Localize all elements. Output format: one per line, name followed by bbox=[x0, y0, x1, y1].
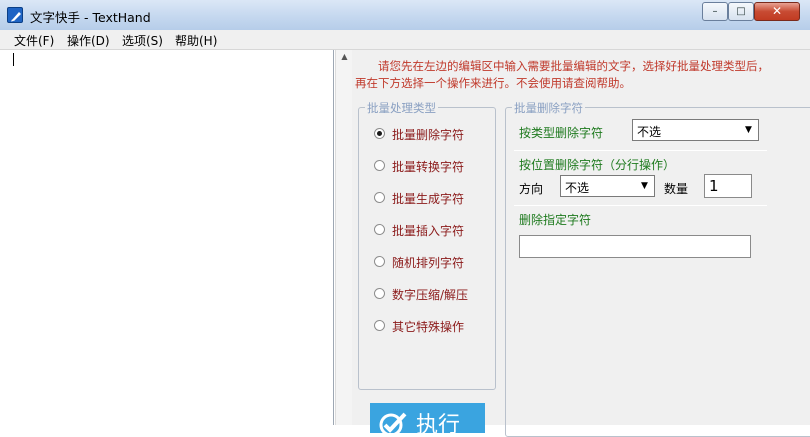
by-position-label: 按位置删除字符（分行操作） bbox=[519, 158, 676, 172]
menu-help[interactable]: 帮助(H) bbox=[175, 32, 217, 49]
delete-chars-group: 批量删除字符 按类型删除字符 不选 ▼ 按位置删除字符（分行操作） 方向 不选 … bbox=[505, 100, 810, 437]
window-title: 文字快手 - TextHand bbox=[30, 10, 151, 25]
delete-group-title: 批量删除字符 bbox=[512, 100, 585, 116]
direction-select[interactable]: 不选 ▼ bbox=[560, 175, 655, 197]
separator bbox=[514, 205, 767, 206]
radio-icon[interactable] bbox=[374, 224, 385, 235]
count-label: 数量 bbox=[664, 182, 689, 196]
text-editor[interactable] bbox=[7, 50, 334, 425]
scroll-up-icon[interactable]: ▲ bbox=[336, 52, 353, 64]
menu-options[interactable]: 选项(S) bbox=[122, 32, 163, 49]
check-icon bbox=[378, 411, 408, 433]
radio-icon[interactable] bbox=[374, 160, 385, 171]
radio-icon[interactable] bbox=[374, 128, 385, 139]
batch-type-group-title: 批量处理类型 bbox=[365, 100, 438, 116]
menu-file[interactable]: 文件(F) bbox=[14, 32, 54, 49]
chevron-down-icon[interactable]: ▼ bbox=[741, 122, 756, 138]
specific-chars-input[interactable] bbox=[519, 235, 751, 258]
operations-panel: 请您先在左边的编辑区中输入需要批量编辑的文字，选择好批量处理类型后，再在下方选择… bbox=[352, 50, 810, 437]
chevron-down-icon[interactable]: ▼ bbox=[637, 178, 652, 194]
radio-icon[interactable] bbox=[374, 320, 385, 331]
separator bbox=[514, 150, 767, 151]
execute-button[interactable]: 执行 bbox=[370, 403, 485, 433]
maximize-button[interactable]: □ bbox=[728, 2, 754, 21]
instructions-text: 请您先在左边的编辑区中输入需要批量编辑的文字，选择好批量处理类型后，再在下方选择… bbox=[355, 59, 769, 90]
minimize-button[interactable]: – bbox=[702, 2, 728, 21]
menu-operation[interactable]: 操作(D) bbox=[67, 32, 110, 49]
radio-icon[interactable] bbox=[374, 256, 385, 267]
by-type-select[interactable]: 不选 ▼ bbox=[632, 119, 759, 141]
menu-bar: 文件(F) 操作(D) 选项(S) 帮助(H) bbox=[0, 30, 810, 50]
pen-icon bbox=[7, 7, 23, 23]
specific-chars-label: 删除指定字符 bbox=[519, 213, 592, 227]
radio-icon[interactable] bbox=[374, 192, 385, 203]
by-type-label: 按类型删除字符 bbox=[519, 126, 604, 140]
editor-scrollbar[interactable]: ▲ bbox=[335, 50, 352, 425]
radio-icon[interactable] bbox=[374, 288, 385, 299]
title-bar[interactable]: 文字快手 - TextHand – □ ✕ bbox=[0, 0, 810, 30]
close-button[interactable]: ✕ bbox=[754, 2, 800, 21]
text-caret bbox=[13, 53, 14, 66]
count-input[interactable]: 1 bbox=[704, 174, 752, 198]
direction-label: 方向 bbox=[519, 182, 544, 196]
batch-type-group: 批量处理类型 批量删除字符 批量转换字符 批量生成字符 批量插入字符 随机排列字… bbox=[358, 100, 496, 390]
execute-label: 执行 bbox=[416, 413, 461, 433]
